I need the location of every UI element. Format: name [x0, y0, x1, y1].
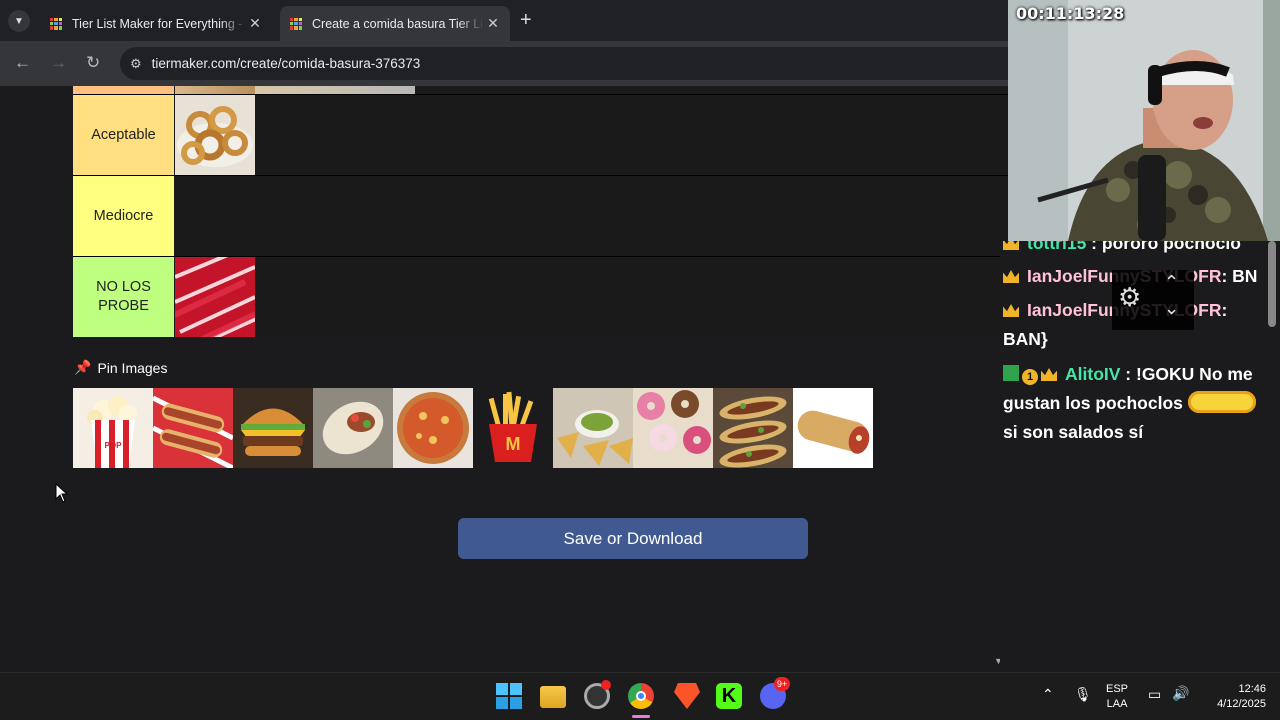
- burger-image[interactable]: [233, 388, 313, 468]
- keyboard-layout: LAA: [1106, 698, 1128, 710]
- hot-dogs-image[interactable]: [151, 388, 235, 471]
- browser-toolbar: ← → ↻ ⚙ tiermaker.com/create/comida-basu…: [0, 41, 1008, 86]
- tab-tier-list-maker[interactable]: Tier List Maker for Everything - ✕: [40, 6, 272, 41]
- active-app-indicator: [632, 715, 650, 718]
- notification-dot: [601, 680, 611, 690]
- donuts-image[interactable]: [633, 388, 713, 468]
- stream-timer: 00:11:13:28: [1016, 4, 1125, 23]
- crown-badge-icon: [1003, 241, 1019, 250]
- microphone-icon[interactable]: 🎙: [1074, 687, 1092, 702]
- number-one-badge-icon: 1: [1022, 369, 1038, 385]
- nachos-image[interactable]: [553, 388, 633, 468]
- tier-label[interactable]: Aceptable: [73, 95, 174, 175]
- page-content: Aceptable Mediocre NO LOS PROBE 📌 Pin Im…: [0, 86, 1008, 672]
- close-tab-icon[interactable]: ✕: [484, 15, 502, 32]
- red-candy-sticks-image[interactable]: [168, 250, 262, 348]
- clock-date: 4/12/2025: [1217, 698, 1266, 710]
- svg-text:POP: POP: [105, 441, 123, 450]
- pin-images-header: 📌 Pin Images: [74, 359, 167, 376]
- tier-label[interactable]: NO LOS PROBE: [73, 257, 174, 337]
- chat-controls: ⌃ ⚙ ⌃: [1112, 270, 1194, 330]
- chat-text: pororo pochoclo: [1101, 241, 1241, 253]
- file-explorer-icon[interactable]: [540, 686, 566, 708]
- volume-icon[interactable]: 🔊: [1172, 686, 1189, 701]
- tacos-image[interactable]: [713, 388, 793, 468]
- clock-time: 12:46: [1238, 683, 1266, 695]
- chevron-down-icon[interactable]: ⌃: [1164, 296, 1179, 317]
- language-code: ESP: [1106, 683, 1129, 695]
- popcorn-image[interactable]: POP: [73, 388, 153, 468]
- brave-icon[interactable]: [674, 683, 700, 709]
- chrome-center: [636, 691, 646, 701]
- chevron-up-icon[interactable]: ⌃: [1042, 687, 1054, 702]
- back-icon[interactable]: ←: [14, 53, 31, 73]
- close-tab-icon[interactable]: ✕: [246, 15, 264, 32]
- burrito-image[interactable]: [793, 388, 873, 468]
- tab-title: Create a comida basura Tier List: [312, 16, 484, 31]
- url-text: tiermaker.com/create/comida-basura-37637…: [151, 56, 421, 71]
- svg-text:M: M: [506, 434, 521, 454]
- forward-icon[interactable]: →: [50, 53, 67, 73]
- discord-badge: 9+: [774, 677, 790, 691]
- tab-title: Tier List Maker for Everything -: [72, 16, 243, 31]
- crown-badge-icon: [1003, 304, 1019, 317]
- new-tab-icon[interactable]: +: [520, 9, 532, 32]
- tab-strip: ▼ Tier List Maker for Everything - ✕ Cre…: [0, 0, 1008, 41]
- mouse-cursor-icon: [55, 483, 69, 503]
- tab-create-tier-list[interactable]: Create a comida basura Tier List ✕: [280, 6, 510, 41]
- clock[interactable]: 12:46 4/12/2025: [1200, 682, 1266, 712]
- crown-badge-icon: [1041, 368, 1057, 381]
- windows-taskbar: K 9+ ⌃ 🎙 ESP LAA ▭ 🔊 12:46 4/12/2025: [0, 672, 1280, 720]
- crown-badge-icon: [1003, 270, 1019, 283]
- network-icon[interactable]: ▭: [1148, 687, 1161, 702]
- chevron-up-icon[interactable]: ⌃: [1164, 272, 1179, 293]
- tier-item-partial[interactable]: [175, 86, 255, 94]
- save-or-download-button[interactable]: Save or Download: [458, 518, 808, 559]
- tiermaker-favicon-icon: [290, 17, 302, 30]
- chat-text: : BN: [1221, 266, 1258, 286]
- site-info-icon[interactable]: ⚙: [130, 56, 142, 72]
- reload-icon[interactable]: ↻: [86, 53, 100, 73]
- laughing-emote-icon: [1187, 391, 1256, 413]
- kick-icon[interactable]: K: [716, 683, 742, 709]
- tier-label-partial: [73, 86, 174, 94]
- tier-row-partial: [73, 86, 1008, 94]
- subscriber-badge-icon: [1003, 365, 1019, 381]
- fries-image[interactable]: M: [473, 388, 553, 468]
- chat-scrollbar[interactable]: [1268, 241, 1276, 327]
- chat-message: tottri15 : pororo pochoclo: [1000, 241, 1280, 258]
- pin-images-label: Pin Images: [97, 359, 168, 376]
- chat-username: AlitoIV: [1065, 364, 1121, 384]
- obs-icon[interactable]: [584, 680, 611, 709]
- language-indicator[interactable]: ESP LAA: [1106, 682, 1128, 712]
- gear-icon[interactable]: ⚙: [1118, 282, 1141, 313]
- chrome-icon[interactable]: [628, 683, 654, 709]
- tier-label[interactable]: Mediocre: [73, 176, 174, 256]
- tier-row-mediocre: Mediocre: [73, 175, 1008, 256]
- tier-item-partial[interactable]: [255, 86, 415, 94]
- windows-start-icon[interactable]: [496, 683, 522, 709]
- pizza-image[interactable]: [393, 388, 473, 468]
- address-bar[interactable]: ⚙ tiermaker.com/create/comida-basura-376…: [120, 47, 1008, 80]
- tier-row-no-los-probe: NO LOS PROBE: [73, 250, 1008, 348]
- tier-row-aceptable: Aceptable: [73, 94, 1008, 175]
- onion-rings-image[interactable]: [175, 95, 255, 175]
- chat-text-continued: si son salados sí: [1003, 422, 1144, 442]
- chat-message: 1 AlitoIV : !GOKU No me gustan los pochoc…: [1000, 360, 1280, 447]
- pin-icon: 📌: [74, 359, 92, 375]
- tab-search-button[interactable]: ▼: [8, 10, 30, 32]
- chat-username: tottri15: [1027, 241, 1087, 253]
- wrap-image[interactable]: [313, 388, 393, 468]
- webcam-overlay: [1008, 0, 1280, 241]
- discord-icon[interactable]: 9+: [760, 677, 790, 709]
- tiermaker-favicon-icon: [50, 17, 62, 30]
